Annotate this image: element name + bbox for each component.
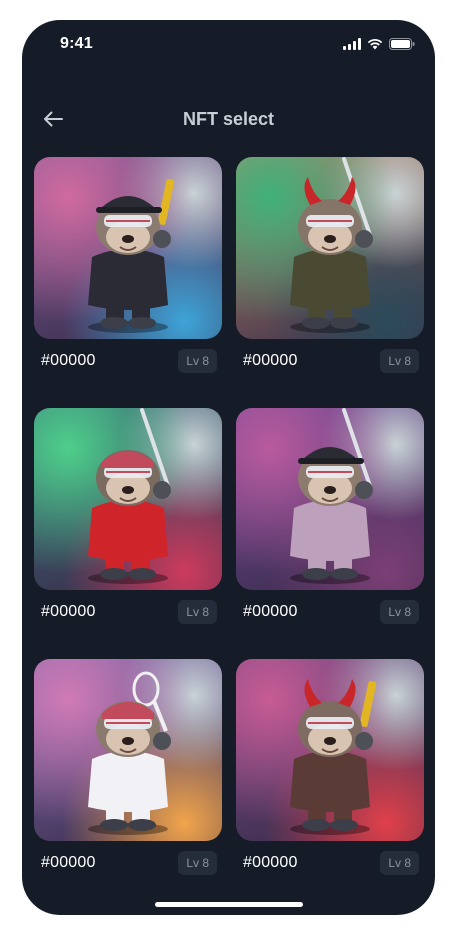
page-title: NFT select: [182, 109, 275, 129]
nft-id: #00000: [243, 854, 298, 871]
nft-id: #00000: [41, 603, 96, 620]
level-badge: Lv 8: [380, 851, 419, 875]
nft-meta: #00000 Lv 8: [236, 850, 424, 876]
signal-icon: [343, 38, 361, 50]
nft-meta: #00000 Lv 8: [34, 599, 222, 625]
phone-screen: 9:41 NFT select #00000 Lv 8 #00000 Lv 8 …: [22, 20, 435, 915]
battery-icon: [389, 38, 415, 50]
nft-meta: #00000 Lv 8: [34, 348, 222, 374]
nft-id: #00000: [41, 352, 96, 369]
nft-id: #00000: [243, 352, 298, 369]
level-badge: Lv 8: [178, 851, 217, 875]
nft-character-illustration: [88, 671, 171, 835]
nft-character-illustration: [290, 679, 377, 835]
wifi-icon: [367, 39, 383, 50]
nft-character-illustration: [88, 408, 171, 584]
nft-card[interactable]: #00000 Lv 8: [34, 659, 222, 876]
nft-id: #00000: [41, 854, 96, 871]
nft-meta: #00000 Lv 8: [236, 348, 424, 374]
nft-card[interactable]: #00000 Lv 8: [236, 659, 424, 876]
status-time: 9:41: [60, 35, 93, 52]
level-badge: Lv 8: [178, 600, 217, 624]
nft-card[interactable]: #00000 Lv 8: [34, 157, 222, 374]
nft-image: [236, 408, 424, 590]
nft-card[interactable]: #00000 Lv 8: [34, 408, 222, 625]
level-badge: Lv 8: [178, 349, 217, 373]
nft-character-illustration: [290, 408, 373, 584]
nft-id: #00000: [243, 603, 298, 620]
nft-image: [34, 659, 222, 841]
home-indicator[interactable]: [154, 902, 303, 907]
nft-grid: #00000 Lv 8 #00000 Lv 8 #00000 Lv 8 #000…: [34, 157, 424, 876]
nft-card[interactable]: #00000 Lv 8: [236, 408, 424, 625]
nft-card[interactable]: #00000 Lv 8: [236, 157, 424, 374]
nft-character-illustration: [88, 179, 175, 333]
level-badge: Lv 8: [380, 349, 419, 373]
status-icons: [343, 38, 415, 50]
status-bar: 9:41: [22, 20, 435, 70]
nft-image: [34, 408, 222, 590]
nft-meta: #00000 Lv 8: [236, 599, 424, 625]
nft-image: [236, 157, 424, 339]
nft-image: [236, 659, 424, 841]
nft-image: [34, 157, 222, 339]
nft-character-illustration: [290, 157, 373, 333]
nft-meta: #00000 Lv 8: [34, 850, 222, 876]
level-badge: Lv 8: [380, 600, 419, 624]
header: NFT select: [22, 92, 435, 148]
